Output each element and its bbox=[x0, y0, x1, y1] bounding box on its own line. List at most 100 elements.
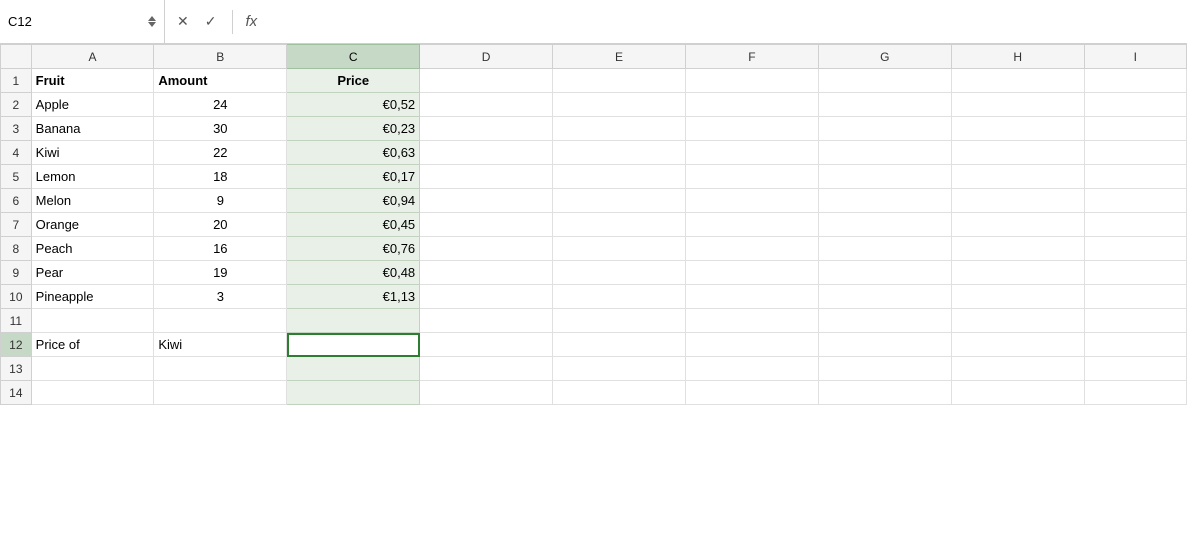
cell-g14[interactable] bbox=[818, 381, 951, 405]
cell-i7[interactable] bbox=[1084, 213, 1186, 237]
col-header-b[interactable]: B bbox=[154, 45, 287, 69]
cell-a8[interactable]: Peach bbox=[31, 237, 154, 261]
col-header-e[interactable]: E bbox=[553, 45, 686, 69]
cell-c8[interactable]: €0,76 bbox=[287, 237, 420, 261]
cell-e7[interactable] bbox=[553, 213, 686, 237]
cell-b3[interactable]: 30 bbox=[154, 117, 287, 141]
cell-a7[interactable]: Orange bbox=[31, 213, 154, 237]
cell-e5[interactable] bbox=[553, 165, 686, 189]
cell-i8[interactable] bbox=[1084, 237, 1186, 261]
cell-d4[interactable] bbox=[420, 141, 553, 165]
cell-c13[interactable] bbox=[287, 357, 420, 381]
cell-d5[interactable] bbox=[420, 165, 553, 189]
cell-i1[interactable] bbox=[1084, 69, 1186, 93]
cell-c12[interactable] bbox=[287, 333, 420, 357]
cell-h3[interactable] bbox=[951, 117, 1084, 141]
cell-i10[interactable] bbox=[1084, 285, 1186, 309]
row-number[interactable]: 1 bbox=[1, 69, 32, 93]
cell-b12[interactable]: Kiwi bbox=[154, 333, 287, 357]
row-number[interactable]: 14 bbox=[1, 381, 32, 405]
cell-b14[interactable] bbox=[154, 381, 287, 405]
cell-d1[interactable] bbox=[420, 69, 553, 93]
col-header-i[interactable]: I bbox=[1084, 45, 1186, 69]
cell-g5[interactable] bbox=[818, 165, 951, 189]
cell-f1[interactable] bbox=[685, 69, 818, 93]
cell-reference-box[interactable]: C12 bbox=[0, 0, 165, 43]
cell-h14[interactable] bbox=[951, 381, 1084, 405]
cell-f8[interactable] bbox=[685, 237, 818, 261]
cancel-button[interactable]: ✕ bbox=[173, 11, 193, 32]
col-header-g[interactable]: G bbox=[818, 45, 951, 69]
cell-ref-arrow-down[interactable] bbox=[148, 22, 156, 27]
cell-b8[interactable]: 16 bbox=[154, 237, 287, 261]
cell-f9[interactable] bbox=[685, 261, 818, 285]
cell-h1[interactable] bbox=[951, 69, 1084, 93]
cell-b6[interactable]: 9 bbox=[154, 189, 287, 213]
cell-a3[interactable]: Banana bbox=[31, 117, 154, 141]
cell-b7[interactable]: 20 bbox=[154, 213, 287, 237]
cell-d11[interactable] bbox=[420, 309, 553, 333]
col-header-f[interactable]: F bbox=[685, 45, 818, 69]
cell-g7[interactable] bbox=[818, 213, 951, 237]
cell-c5[interactable]: €0,17 bbox=[287, 165, 420, 189]
cell-f14[interactable] bbox=[685, 381, 818, 405]
cell-i2[interactable] bbox=[1084, 93, 1186, 117]
row-number[interactable]: 3 bbox=[1, 117, 32, 141]
cell-f10[interactable] bbox=[685, 285, 818, 309]
cell-a5[interactable]: Lemon bbox=[31, 165, 154, 189]
cell-a2[interactable]: Apple bbox=[31, 93, 154, 117]
cell-a13[interactable] bbox=[31, 357, 154, 381]
cell-e4[interactable] bbox=[553, 141, 686, 165]
cell-e6[interactable] bbox=[553, 189, 686, 213]
cell-a6[interactable]: Melon bbox=[31, 189, 154, 213]
cell-c2[interactable]: €0,52 bbox=[287, 93, 420, 117]
cell-ref-arrows[interactable] bbox=[148, 16, 156, 27]
spreadsheet-scroll-area[interactable]: A B C D E F G H I 1FruitAmountPrice2Appl… bbox=[0, 44, 1187, 537]
cell-h7[interactable] bbox=[951, 213, 1084, 237]
row-number[interactable]: 4 bbox=[1, 141, 32, 165]
cell-e11[interactable] bbox=[553, 309, 686, 333]
col-header-h[interactable]: H bbox=[951, 45, 1084, 69]
cell-c6[interactable]: €0,94 bbox=[287, 189, 420, 213]
cell-h6[interactable] bbox=[951, 189, 1084, 213]
cell-b10[interactable]: 3 bbox=[154, 285, 287, 309]
cell-d9[interactable] bbox=[420, 261, 553, 285]
cell-b1[interactable]: Amount bbox=[154, 69, 287, 93]
cell-g8[interactable] bbox=[818, 237, 951, 261]
cell-e10[interactable] bbox=[553, 285, 686, 309]
col-header-c[interactable]: C bbox=[287, 45, 420, 69]
cell-i6[interactable] bbox=[1084, 189, 1186, 213]
cell-i12[interactable] bbox=[1084, 333, 1186, 357]
cell-c4[interactable]: €0,63 bbox=[287, 141, 420, 165]
cell-h13[interactable] bbox=[951, 357, 1084, 381]
cell-f13[interactable] bbox=[685, 357, 818, 381]
cell-b4[interactable]: 22 bbox=[154, 141, 287, 165]
cell-e9[interactable] bbox=[553, 261, 686, 285]
cell-i14[interactable] bbox=[1084, 381, 1186, 405]
cell-f2[interactable] bbox=[685, 93, 818, 117]
cell-f6[interactable] bbox=[685, 189, 818, 213]
cell-a12[interactable]: Price of bbox=[31, 333, 154, 357]
cell-g10[interactable] bbox=[818, 285, 951, 309]
cell-f11[interactable] bbox=[685, 309, 818, 333]
cell-d12[interactable] bbox=[420, 333, 553, 357]
cell-d14[interactable] bbox=[420, 381, 553, 405]
cell-d8[interactable] bbox=[420, 237, 553, 261]
row-number[interactable]: 2 bbox=[1, 93, 32, 117]
cell-e12[interactable] bbox=[553, 333, 686, 357]
cell-g1[interactable] bbox=[818, 69, 951, 93]
cell-d6[interactable] bbox=[420, 189, 553, 213]
cell-a11[interactable] bbox=[31, 309, 154, 333]
cell-g11[interactable] bbox=[818, 309, 951, 333]
cell-i4[interactable] bbox=[1084, 141, 1186, 165]
cell-f7[interactable] bbox=[685, 213, 818, 237]
cell-h8[interactable] bbox=[951, 237, 1084, 261]
cell-h2[interactable] bbox=[951, 93, 1084, 117]
cell-f4[interactable] bbox=[685, 141, 818, 165]
cell-c10[interactable]: €1,13 bbox=[287, 285, 420, 309]
col-header-d[interactable]: D bbox=[420, 45, 553, 69]
cell-d13[interactable] bbox=[420, 357, 553, 381]
cell-b2[interactable]: 24 bbox=[154, 93, 287, 117]
cell-d7[interactable] bbox=[420, 213, 553, 237]
cell-c11[interactable] bbox=[287, 309, 420, 333]
